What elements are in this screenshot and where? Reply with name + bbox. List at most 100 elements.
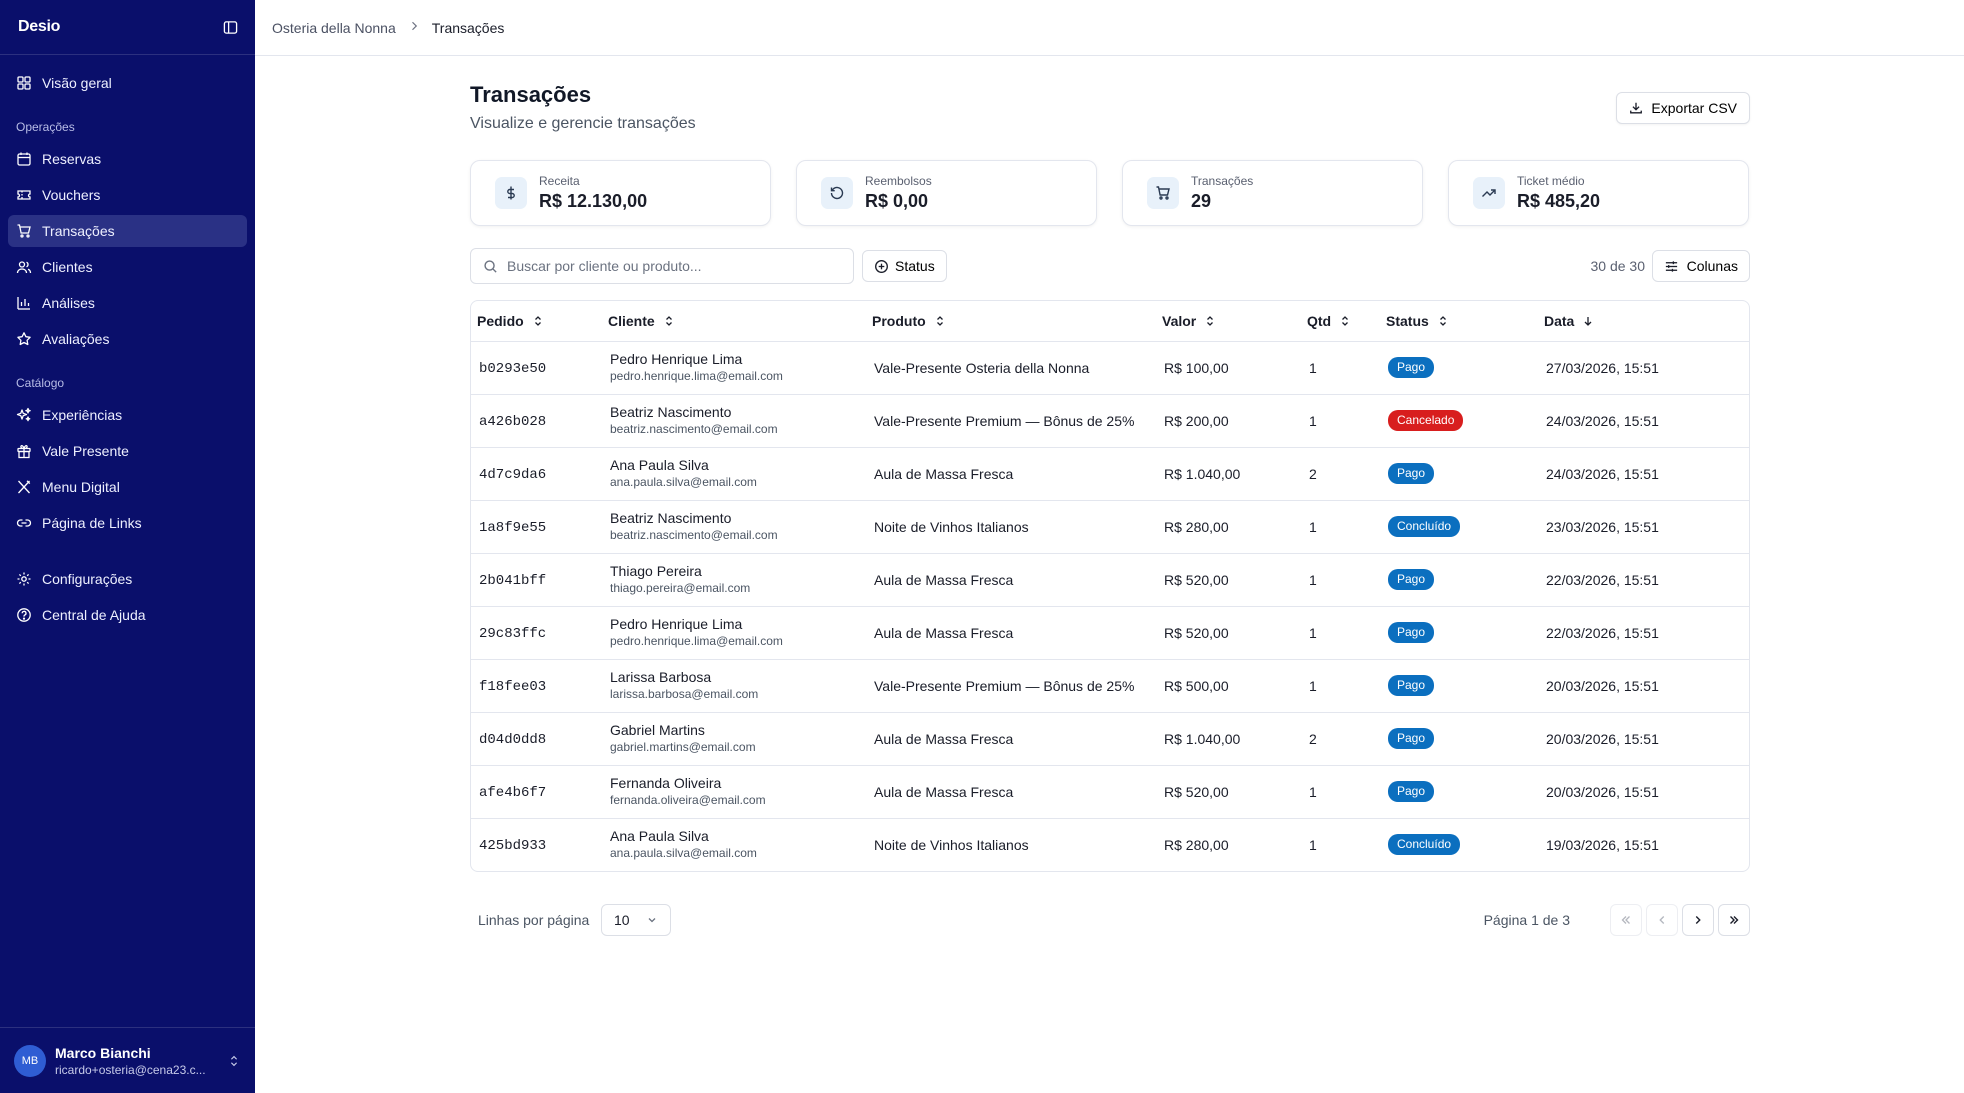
order-date: 23/03/2026, 15:51 [1546, 518, 1659, 535]
sidebar-item-label: Avaliações [42, 331, 110, 347]
cell-status: Concluído [1380, 500, 1538, 554]
chevron-down-icon [648, 918, 656, 923]
prev-page-button[interactable] [1646, 904, 1678, 936]
cell-valor: R$ 1.040,00 [1156, 447, 1301, 501]
table-row[interactable]: 1a8f9e55 Beatriz Nascimento beatriz.nascim… [471, 500, 1749, 554]
cell-produto: Aula de Massa Fresca [866, 765, 1156, 819]
order-id[interactable]: 425bd933 [479, 838, 546, 854]
cell-status: Pago [1380, 606, 1538, 660]
table-row[interactable]: 2b041bff Thiago Pereira thiago.pereira@ema… [471, 553, 1749, 607]
sidebar-item-pagina-de-links[interactable]: Página de Links [8, 507, 247, 539]
cell-produto: Vale-Presente Osteria della Nonna [866, 341, 1156, 395]
sidebar-toggle-icon[interactable] [219, 16, 241, 38]
order-id[interactable]: 2b041bff [479, 573, 546, 589]
sort-icon [936, 315, 943, 326]
table-row[interactable]: 425bd933 Ana Paula Silva ana.paula.silva@e… [471, 818, 1749, 871]
order-qty: 1 [1309, 677, 1317, 694]
cart-icon [17, 224, 31, 238]
cell-pedido: 425bd933 [471, 818, 602, 871]
table-row[interactable]: f18fee03 Larissa Barbosa larissa.barbosa@e… [471, 659, 1749, 713]
order-value: R$ 1.040,00 [1164, 730, 1241, 747]
order-id[interactable]: b0293e50 [479, 361, 546, 377]
sidebar-item-configuracoes[interactable]: Configurações [8, 563, 247, 595]
sidebar-item-vale-presente[interactable]: Vale Presente [8, 435, 247, 467]
order-id[interactable]: d04d0dd8 [479, 732, 546, 748]
product-name: Aula de Massa Fresca [874, 783, 1014, 800]
order-qty: 1 [1309, 624, 1317, 641]
sidebar-item-label: Visão geral [42, 75, 112, 91]
column-header-valor[interactable]: Valor [1156, 301, 1301, 342]
table-row[interactable]: 29c83ffc Pedro Henrique Lima pedro.henriqu… [471, 606, 1749, 660]
product-name: Aula de Massa Fresca [874, 730, 1014, 747]
sidebar-item-transacoes[interactable]: Transações [8, 215, 247, 247]
sidebar-item-clientes[interactable]: Clientes [8, 251, 247, 283]
table-row[interactable]: 4d7c9da6 Ana Paula Silva ana.paula.silva@e… [471, 447, 1749, 501]
cell-pedido: afe4b6f7 [471, 765, 602, 819]
customer-name: Beatriz Nascimento [610, 510, 732, 526]
order-id[interactable]: f18fee03 [479, 679, 546, 695]
chevron-right-icon [1695, 916, 1701, 924]
status-badge: Concluído [1388, 834, 1461, 856]
sort-icon [1207, 315, 1214, 326]
search-input[interactable] [507, 258, 841, 274]
column-header-pedido[interactable]: Pedido [471, 301, 602, 342]
export-csv-button[interactable]: Exportar CSV [1616, 92, 1750, 124]
cell-qtd: 1 [1301, 659, 1380, 713]
order-value: R$ 520,00 [1164, 624, 1229, 641]
next-page-button[interactable] [1682, 904, 1714, 936]
user-menu[interactable]: MB Marco Bianchi ricardo+osteria@cena23.… [0, 1027, 255, 1093]
search-box[interactable] [470, 248, 854, 284]
cell-data: 22/03/2026, 15:51 [1538, 553, 1749, 607]
columns-button[interactable]: Colunas [1651, 250, 1750, 282]
column-header-qtd[interactable]: Qtd [1301, 301, 1380, 342]
sidebar-item-visao-geral[interactable]: Visão geral [8, 67, 247, 99]
column-header-cliente[interactable]: Cliente [602, 301, 866, 342]
table-row[interactable]: b0293e50 Pedro Henrique Lima pedro.henriqu… [471, 341, 1749, 395]
gift-icon [17, 444, 31, 459]
cell-data: 20/03/2026, 15:51 [1538, 659, 1749, 713]
sidebar-item-label: Configurações [42, 571, 133, 587]
cell-pedido: d04d0dd8 [471, 712, 602, 766]
sliders-icon [1665, 260, 1677, 272]
customer-name: Pedro Henrique Lima [610, 616, 743, 632]
column-header-data[interactable]: Data [1538, 301, 1749, 342]
cell-data: 22/03/2026, 15:51 [1538, 606, 1749, 660]
link-icon [16, 519, 32, 527]
table-row[interactable]: a426b028 Beatriz Nascimento beatriz.nascim… [471, 394, 1749, 448]
order-id[interactable]: 4d7c9da6 [479, 467, 546, 483]
column-header-status[interactable]: Status [1380, 301, 1538, 342]
cell-qtd: 1 [1301, 341, 1380, 395]
status-filter-button[interactable]: Status [862, 250, 947, 282]
cell-produto: Vale-Presente Premium — Bônus de 25% [866, 659, 1156, 713]
cell-valor: R$ 520,00 [1156, 553, 1301, 607]
order-qty: 1 [1309, 783, 1317, 800]
sidebar-item-menu-digital[interactable]: Menu Digital [8, 471, 247, 503]
column-header-produto[interactable]: Produto [866, 301, 1156, 342]
breadcrumb-parent[interactable]: Osteria della Nonna [272, 20, 396, 36]
order-date: 22/03/2026, 15:51 [1546, 571, 1659, 588]
status-badge: Pago [1388, 675, 1435, 696]
avatar: MB [14, 1044, 46, 1077]
rows-per-page-select[interactable]: 10 [601, 904, 671, 936]
first-page-button[interactable] [1610, 904, 1642, 936]
cell-pedido: 2b041bff [471, 553, 602, 607]
sidebar-item-analises[interactable]: Análises [8, 287, 247, 319]
sidebar-item-experiencias[interactable]: Experiências [8, 399, 247, 431]
sidebar-item-central-de-ajuda[interactable]: Central de Ajuda [8, 599, 247, 631]
sidebar-item-avaliacoes[interactable]: Avaliações [8, 323, 247, 355]
app-logo[interactable]: Desio [18, 18, 60, 36]
table-row[interactable]: d04d0dd8 Gabriel Martins gabriel.martins@e… [471, 712, 1749, 766]
order-qty: 1 [1309, 571, 1317, 588]
order-id[interactable]: afe4b6f7 [479, 785, 546, 801]
last-page-button[interactable] [1718, 904, 1750, 936]
sidebar-item-vouchers[interactable]: Vouchers [8, 179, 247, 211]
cell-status: Cancelado [1380, 394, 1538, 448]
sidebar-item-reservas[interactable]: Reservas [8, 143, 247, 175]
order-id[interactable]: a426b028 [479, 414, 546, 430]
order-id[interactable]: 29c83ffc [479, 626, 546, 642]
order-qty: 1 [1309, 836, 1317, 853]
main-content: Transações Visualize e gerencie transaçõ… [470, 56, 1750, 936]
table-row[interactable]: afe4b6f7 Fernanda Oliveira fernanda.olivei… [471, 765, 1749, 819]
order-id[interactable]: 1a8f9e55 [479, 520, 546, 536]
